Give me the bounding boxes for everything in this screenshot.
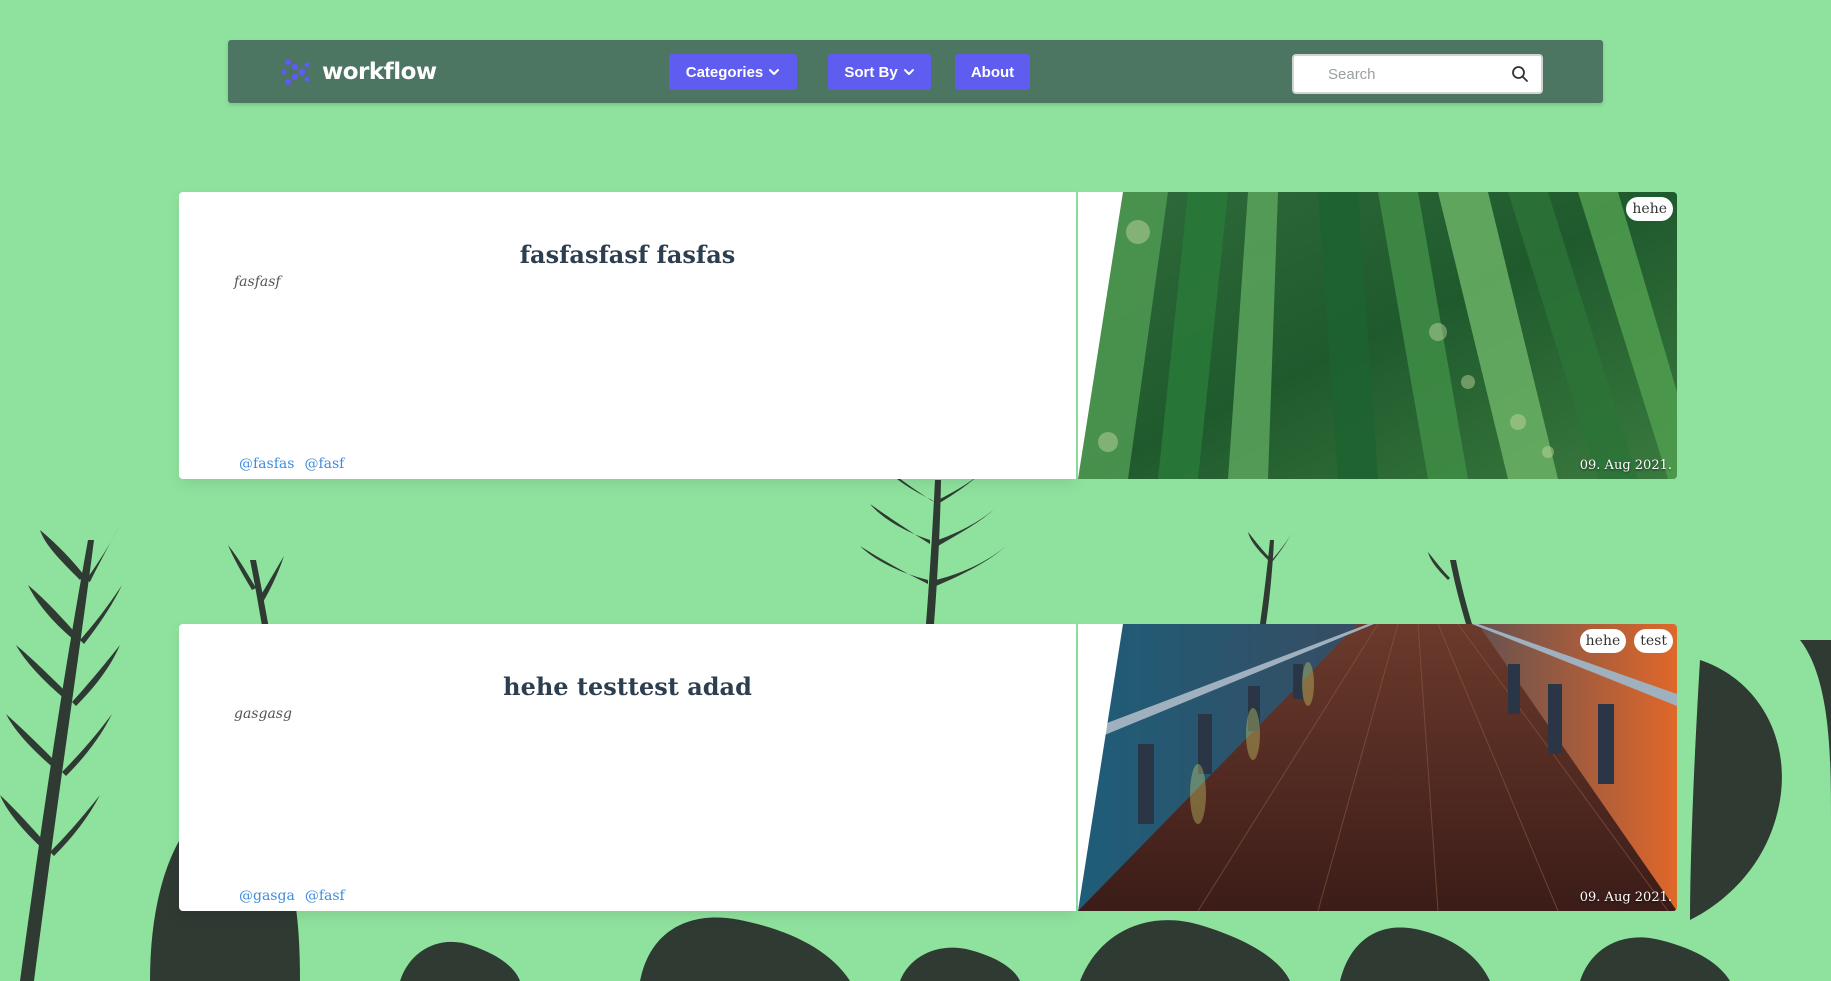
search-box bbox=[1292, 54, 1543, 94]
post-card[interactable]: fasfasfasf fasfas fasfasf @fasfas @fasf bbox=[179, 192, 1677, 479]
green-leaves-image bbox=[1078, 192, 1677, 479]
post-tags: @fasfas @fasf bbox=[239, 456, 344, 472]
post-date: 09. Aug 2021. bbox=[1579, 458, 1672, 473]
post-title[interactable]: fasfasfasf fasfas bbox=[179, 240, 1076, 269]
category-badge[interactable]: test bbox=[1634, 629, 1673, 653]
search-icon[interactable] bbox=[1511, 65, 1529, 83]
workflow-logo-icon bbox=[281, 58, 310, 86]
brand-name: workflow bbox=[322, 59, 437, 85]
post-badges: hehe bbox=[1626, 197, 1673, 221]
category-badge[interactable]: hehe bbox=[1626, 197, 1673, 221]
categories-label: Categories bbox=[685, 63, 764, 81]
post-badges: hehe test bbox=[1579, 629, 1673, 653]
brand-link[interactable]: workflow bbox=[280, 54, 437, 90]
tag-link[interactable]: @fasf bbox=[304, 456, 344, 472]
about-label: About bbox=[970, 63, 1015, 81]
post-image[interactable]: hehe test 09. Aug 2021. bbox=[1078, 624, 1677, 911]
post-date: 09. Aug 2021. bbox=[1579, 890, 1672, 905]
search-input[interactable] bbox=[1328, 62, 1488, 86]
tag-link[interactable]: @fasfas bbox=[239, 456, 294, 472]
post-title[interactable]: hehe testtest adad bbox=[179, 672, 1076, 701]
tag-link[interactable]: @gasga bbox=[239, 888, 295, 904]
post-image[interactable]: hehe 09. Aug 2021. bbox=[1078, 192, 1677, 479]
sort-by-dropdown-button[interactable]: Sort By bbox=[828, 54, 931, 90]
category-badge[interactable]: hehe bbox=[1579, 629, 1627, 653]
post-subtitle: gasgasg bbox=[234, 706, 292, 722]
tag-link[interactable]: @fasf bbox=[305, 888, 345, 904]
chevron-down-icon bbox=[903, 69, 914, 75]
post-card-body: fasfasfasf fasfas fasfasf @fasfas @fasf bbox=[179, 192, 1076, 479]
wooden-pier-image bbox=[1078, 624, 1677, 911]
post-tags: @gasga @fasf bbox=[239, 888, 345, 904]
sort-by-label: Sort By bbox=[844, 63, 898, 81]
categories-dropdown-button[interactable]: Categories bbox=[669, 54, 797, 90]
navbar: workflow Categories Sort By About bbox=[228, 40, 1603, 103]
chevron-down-icon bbox=[769, 69, 780, 75]
post-card[interactable]: hehe testtest adad gasgasg @gasga @fasf bbox=[179, 624, 1677, 911]
about-button[interactable]: About bbox=[955, 54, 1030, 90]
post-card-body: hehe testtest adad gasgasg @gasga @fasf bbox=[179, 624, 1076, 911]
post-subtitle: fasfasf bbox=[234, 274, 281, 290]
